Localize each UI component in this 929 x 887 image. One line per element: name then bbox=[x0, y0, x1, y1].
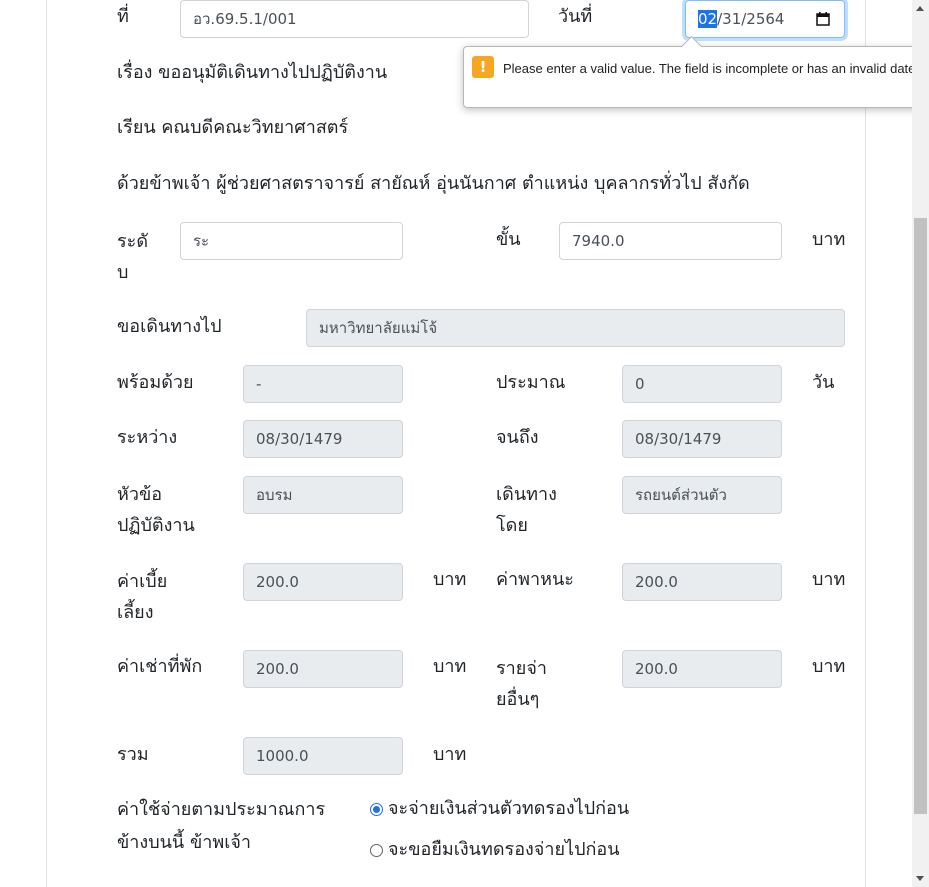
scroll-down-arrow-icon[interactable] bbox=[916, 876, 924, 881]
lodging-label: ค่าเช่าที่พัก bbox=[117, 656, 203, 677]
tooltip-arrow bbox=[680, 35, 703, 58]
vehicle-label: ค่าพาหนะ bbox=[496, 569, 574, 590]
container-border-right bbox=[865, 0, 866, 887]
recipient-text: เรียน คณบดีคณะวิทยาศาสตร์ bbox=[117, 117, 349, 138]
total-label: รวม bbox=[117, 744, 149, 765]
allowance-input[interactable]: 200.0 bbox=[243, 563, 403, 601]
payment-radio-loan[interactable] bbox=[370, 844, 383, 857]
warning-icon: ! bbox=[472, 56, 494, 78]
validation-message: Please enter a valid value. The field is… bbox=[503, 61, 920, 76]
topic-label: หัวข้อ ปฏิบัติงาน bbox=[117, 484, 195, 536]
approx-unit: วัน bbox=[812, 372, 835, 393]
lodging-input[interactable]: 200.0 bbox=[243, 650, 403, 688]
end-date-input[interactable]: 08/30/1479 bbox=[622, 420, 782, 458]
other-expense-input[interactable]: 200.0 bbox=[622, 650, 782, 688]
approx-days-input[interactable]: 0 bbox=[622, 365, 782, 403]
approx-label: ประมาณ bbox=[496, 372, 566, 393]
vehicle-unit: บาท bbox=[812, 569, 846, 590]
travel-by-label: เดินทาง โดย bbox=[496, 484, 557, 536]
date-rest-segment[interactable]: /31/2564 bbox=[717, 10, 784, 28]
vehicle-input[interactable]: 200.0 bbox=[622, 563, 782, 601]
other-expense-label: รายจ่า ยอื่นๆ bbox=[496, 658, 547, 710]
level-input[interactable]: ระ bbox=[180, 222, 403, 260]
calendar-icon[interactable] bbox=[816, 12, 830, 26]
scrollbar-thumb[interactable] bbox=[914, 218, 927, 814]
lodging-unit: บาท bbox=[433, 656, 467, 677]
intro-text: ด้วยข้าพเจ้า ผู้ช่วยศาสตราจารย์ สายัณห์ … bbox=[117, 173, 750, 194]
scroll-up-arrow-icon[interactable] bbox=[916, 6, 924, 11]
start-date-input[interactable]: 08/30/1479 bbox=[243, 420, 403, 458]
step-label: ขั้น bbox=[496, 229, 521, 250]
between-label: ระหว่าง bbox=[117, 427, 178, 448]
step-input[interactable]: 7940.0 bbox=[559, 222, 782, 260]
document-no-label: ที่ bbox=[117, 6, 129, 27]
destination-label: ขอเดินทางไป bbox=[117, 316, 222, 337]
travel-by-input[interactable]: รถยนต์ส่วนตัว bbox=[622, 476, 782, 514]
destination-input[interactable]: มหาวิทยาลัยแม่โจ้ bbox=[306, 309, 845, 347]
companion-input[interactable]: - bbox=[243, 365, 403, 403]
topic-input[interactable]: อบรม bbox=[243, 476, 403, 514]
allowance-label: ค่าเบี้ย เลี้ยง bbox=[117, 571, 168, 623]
validation-tooltip: ! Please enter a valid value. The field … bbox=[463, 35, 927, 108]
subject-text: เรื่อง ขออนุมัติเดินทางไปปฏิบัติงาน bbox=[117, 62, 388, 83]
payment-option-self[interactable]: จะจ่ายเงินส่วนตัวทดรองไปก่อน bbox=[388, 795, 629, 823]
companion-label: พร้อมด้วย bbox=[117, 372, 194, 393]
allowance-unit: บาท bbox=[433, 569, 467, 590]
level-label: ระดับ bbox=[117, 231, 149, 283]
payment-label: ค่าใช้จ่ายตามประมาณการ ข้างบนนี้ ข้าพเจ้า bbox=[117, 799, 326, 853]
date-month-segment[interactable]: 02 bbox=[698, 10, 718, 28]
document-no-input[interactable]: อว.69.5.1/001 bbox=[180, 0, 529, 38]
date-label: วันที่ bbox=[558, 6, 593, 27]
payment-option-loan[interactable]: จะขอยืมเงินทดรองจ่ายไปก่อน bbox=[388, 836, 620, 864]
total-unit: บาท bbox=[433, 744, 467, 765]
payment-radio-self[interactable] bbox=[370, 803, 383, 816]
other-expense-unit: บาท bbox=[812, 656, 846, 677]
date-input[interactable]: 02/31/2564 bbox=[685, 0, 845, 38]
until-label: จนถึง bbox=[496, 427, 539, 448]
total-input[interactable]: 1000.0 bbox=[243, 737, 403, 775]
container-border-left bbox=[46, 0, 47, 887]
step-unit: บาท bbox=[812, 229, 846, 250]
